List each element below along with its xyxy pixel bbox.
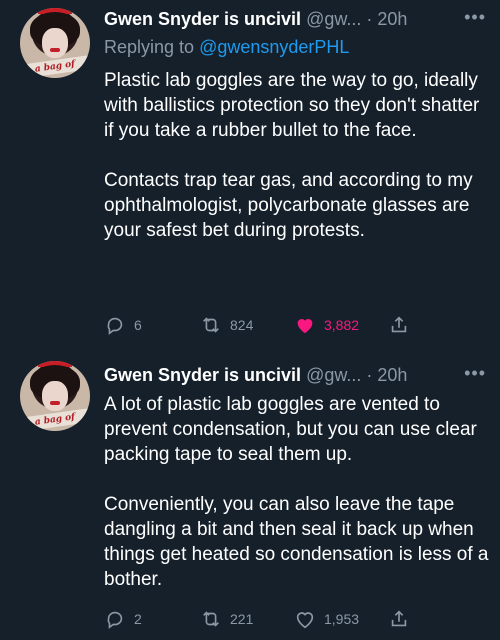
retweet-icon (203, 611, 219, 627)
tweet-actions: 6 824 3,882 (104, 313, 434, 337)
tweet[interactable]: a bag of Gwen Snyder is uncivil @gw... ·… (0, 0, 500, 352)
replying-to: Replying to @gwensnyderPHL (104, 35, 349, 59)
share-icon (391, 610, 407, 627)
share-button[interactable] (388, 313, 410, 337)
reply-count: 2 (134, 611, 142, 627)
avatar-ribbon-text: a bag of (20, 408, 90, 431)
tweet-text: A lot of plastic lab goggles are vented … (104, 392, 489, 592)
tweet-time[interactable]: 20h (377, 9, 407, 29)
retweet-count: 221 (230, 611, 254, 627)
heart-icon (297, 319, 313, 334)
more-options-icon[interactable]: ••• (464, 363, 486, 384)
like-button[interactable]: 3,882 (294, 313, 359, 337)
author-handle[interactable]: @gw... (306, 365, 361, 385)
tweet-header: Gwen Snyder is uncivil @gw... · 20h (104, 9, 408, 29)
tweet-text: Plastic lab goggles are the way to go, i… (104, 68, 489, 243)
avatar[interactable]: a bag of (20, 8, 90, 78)
tweet-header: Gwen Snyder is uncivil @gw... · 20h (104, 365, 408, 385)
like-button[interactable]: 1,953 (294, 607, 359, 631)
like-count: 3,882 (324, 317, 360, 333)
avatar-ribbon-text: a bag of (20, 55, 90, 78)
retweet-button[interactable]: 824 (200, 313, 253, 337)
share-icon (391, 316, 407, 333)
replying-to-link[interactable]: @gwensnyderPHL (199, 37, 349, 57)
tweet[interactable]: a bag of Gwen Snyder is uncivil @gw... ·… (0, 352, 500, 640)
tweet-paragraph: Plastic lab goggles are the way to go, i… (104, 70, 480, 141)
tweet-time[interactable]: 20h (377, 365, 407, 385)
heart-icon (296, 612, 314, 629)
tweet-paragraph: Conveniently, you can also leave the tap… (104, 494, 489, 590)
tweet-actions: 2 221 1,953 (104, 607, 434, 631)
reply-count: 6 (134, 317, 142, 333)
reply-icon (107, 611, 123, 629)
share-button[interactable] (388, 607, 410, 631)
retweet-button[interactable]: 221 (200, 607, 253, 631)
author-name[interactable]: Gwen Snyder is uncivil (104, 9, 301, 29)
retweet-icon (203, 317, 219, 333)
avatar[interactable]: a bag of (20, 361, 90, 431)
tweet-paragraph: A lot of plastic lab goggles are vented … (104, 394, 477, 465)
author-handle[interactable]: @gw... (306, 9, 361, 29)
retweet-count: 824 (230, 317, 254, 333)
author-name[interactable]: Gwen Snyder is uncivil (104, 365, 301, 385)
reply-button[interactable]: 2 (104, 607, 142, 631)
reply-button[interactable]: 6 (104, 313, 142, 337)
reply-icon (107, 317, 123, 335)
tweet-paragraph: Contacts trap tear gas, and according to… (104, 170, 473, 241)
replying-to-label: Replying to (104, 37, 200, 57)
more-options-icon[interactable]: ••• (464, 7, 486, 28)
like-count: 1,953 (324, 611, 360, 627)
